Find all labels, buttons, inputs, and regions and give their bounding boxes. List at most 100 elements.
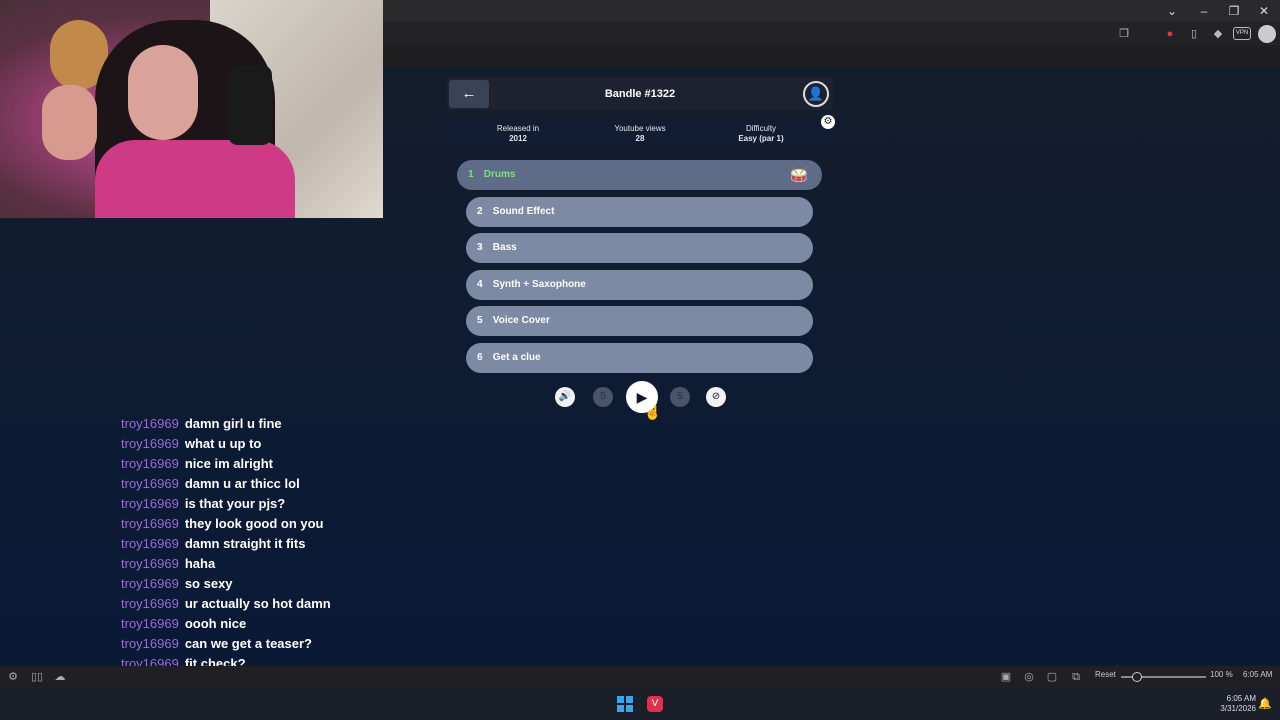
- chat-text: oooh nice: [184, 616, 247, 631]
- chat-message: troy16969 is that your pjs?: [121, 494, 285, 514]
- chat-message: troy16969 damn u ar thicc lol: [121, 474, 300, 494]
- user-icon: 👤: [807, 86, 825, 101]
- chat-username: troy16969: [121, 596, 179, 611]
- info-released: Released in 2012: [454, 124, 582, 144]
- taskbar-clock[interactable]: 6:05 AM 3/31/2026: [1208, 694, 1256, 714]
- chat-text: haha: [184, 556, 216, 571]
- cloud-icon[interactable]: ☁: [52, 669, 68, 685]
- track-label: Sound Effect: [492, 206, 555, 217]
- chat-message: troy16969 nice im alright: [121, 454, 273, 474]
- info-label: Youtube views: [614, 124, 666, 133]
- volume-icon: 🔊: [558, 391, 572, 402]
- mouse-cursor-icon: ☝: [644, 404, 662, 420]
- vpn-button[interactable]: VPN: [1233, 27, 1251, 40]
- track-number: 2: [477, 206, 483, 217]
- close-icon[interactable]: ✕: [1252, 2, 1276, 20]
- notification-bell-icon[interactable]: 🔔: [1258, 697, 1272, 710]
- settings-icon[interactable]: ⚙: [5, 669, 21, 685]
- drum-kit-icon: 🥁: [789, 166, 809, 183]
- profile-button[interactable]: 👤: [803, 81, 829, 107]
- chat-message: troy16969 damn straight it fits: [121, 534, 305, 554]
- chat-username: troy16969: [121, 576, 179, 591]
- track-voice-cover[interactable]: 5 Voice Cover: [466, 306, 813, 336]
- skip-back-button[interactable]: 5: [593, 387, 613, 407]
- chat-username: troy16969: [121, 536, 179, 551]
- chat-message: troy16969 ur actually so hot damn: [121, 594, 331, 614]
- track-number: 1: [468, 169, 474, 180]
- info-value: 2012: [509, 134, 527, 143]
- chat-text: damn u ar thicc lol: [184, 476, 300, 491]
- zoom-reset-button[interactable]: Reset: [1095, 670, 1116, 679]
- chat-username: troy16969: [121, 556, 179, 571]
- settings-gear-icon[interactable]: ⚙: [821, 115, 835, 129]
- browser-statusbar: ⚙ ▯▯ ☁ ▣ ◎ ▢ ⧉ Reset 100 % 6:05 AM: [0, 666, 1280, 688]
- webcam-microphone: [228, 65, 272, 145]
- vivaldi-browser-icon[interactable]: V: [647, 696, 663, 712]
- chat-username: troy16969: [121, 436, 179, 451]
- chat-message: troy16969 haha: [121, 554, 215, 574]
- chat-text: is that your pjs?: [184, 496, 286, 511]
- chat-text: can we get a teaser?: [184, 636, 312, 651]
- skip-icon: ⊘: [711, 391, 721, 402]
- chat-username: troy16969: [121, 516, 179, 531]
- minimize-icon[interactable]: –: [1192, 2, 1216, 20]
- track-label: Synth + Saxophone: [492, 279, 586, 290]
- chat-text: ur actually so hot damn: [184, 596, 331, 611]
- track-get-a-clue[interactable]: 6 Get a clue: [466, 343, 813, 373]
- skip-forward-button[interactable]: 5: [670, 387, 690, 407]
- panel-toggle-icon[interactable]: ▯▯: [29, 669, 45, 685]
- track-bass[interactable]: 3 Bass: [466, 233, 813, 263]
- chat-username: troy16969: [121, 476, 179, 491]
- chat-message: troy16969 damn girl u fine: [121, 414, 282, 434]
- extensions-icon[interactable]: ⧉: [1068, 669, 1084, 685]
- back-button[interactable]: ←: [449, 80, 489, 108]
- track-label: Bass: [492, 242, 517, 253]
- webcam-overlay: [0, 0, 383, 218]
- chat-message: troy16969 so sexy: [121, 574, 233, 594]
- record-icon[interactable]: ●: [1162, 26, 1178, 42]
- skip-track-button[interactable]: ⊘: [706, 387, 726, 407]
- track-synth-saxophone[interactable]: 4 Synth + Saxophone: [466, 270, 813, 300]
- track-label: Voice Cover: [492, 315, 550, 326]
- track-number: 4: [477, 279, 483, 290]
- tab-list-icon[interactable]: ⌄: [1160, 2, 1184, 20]
- zoom-level: 100 %: [1210, 670, 1233, 679]
- play-icon: ▶: [636, 389, 648, 405]
- tiling-icon[interactable]: ▢: [1044, 669, 1060, 685]
- chat-message: troy16969 what u up to: [121, 434, 261, 454]
- chat-text: what u up to: [184, 436, 262, 451]
- zoom-slider-thumb[interactable]: [1132, 672, 1142, 682]
- chat-username: troy16969: [121, 456, 179, 471]
- track-label: Get a clue: [492, 352, 541, 363]
- track-drums[interactable]: 1 Drums 🥁: [457, 160, 822, 190]
- webcam-face: [128, 45, 198, 140]
- info-label: Difficulty: [745, 124, 777, 133]
- chat-message: troy16969 oooh nice: [121, 614, 246, 634]
- chat-text: damn girl u fine: [184, 416, 282, 431]
- info-views: Youtube views 28: [576, 124, 704, 144]
- game-header: Bandle #1322 ← 👤: [447, 78, 833, 110]
- taskbar-time: 6:05 AM: [1226, 694, 1256, 703]
- chat-username: troy16969: [121, 616, 179, 631]
- info-difficulty: Difficulty Easy (par 1): [697, 124, 825, 144]
- windows-start-icon[interactable]: [617, 696, 633, 712]
- track-label: Drums: [483, 169, 516, 180]
- chat-username: troy16969: [121, 496, 179, 511]
- shield-icon[interactable]: ◆: [1210, 26, 1226, 42]
- mouse-icon[interactable]: ▯: [1186, 26, 1202, 42]
- capture-icon[interactable]: ◎: [1021, 669, 1037, 685]
- restore-icon[interactable]: ❐: [1222, 2, 1246, 20]
- webcam-shirt: [95, 140, 295, 218]
- image-icon[interactable]: ▣: [998, 669, 1014, 685]
- track-number: 6: [477, 352, 483, 363]
- bookmark-icon[interactable]: ❒: [1116, 26, 1132, 42]
- track-number: 3: [477, 242, 483, 253]
- info-value: 28: [635, 134, 645, 143]
- profile-avatar[interactable]: [1258, 25, 1276, 43]
- game-title: Bandle #1322: [604, 88, 676, 100]
- chat-message: troy16969 they look good on you: [121, 514, 324, 534]
- volume-button[interactable]: 🔊: [555, 387, 575, 407]
- song-info-bar: Released in 2012 Youtube views 28 Diffic…: [447, 120, 833, 148]
- chat-text: they look good on you: [184, 516, 324, 531]
- track-sound-effect[interactable]: 2 Sound Effect: [466, 197, 813, 227]
